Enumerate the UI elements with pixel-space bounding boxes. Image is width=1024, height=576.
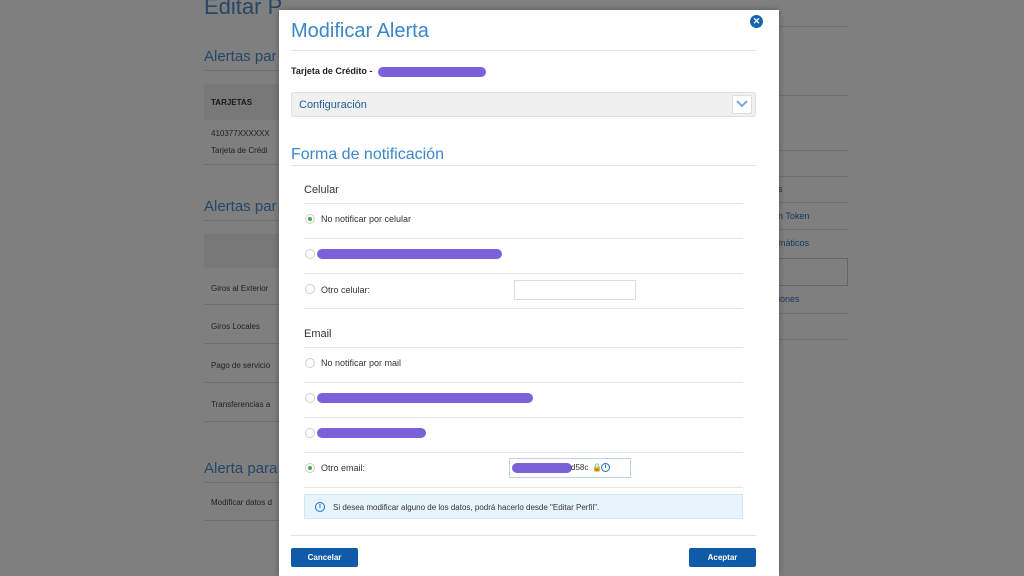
divider [304, 203, 743, 204]
option-label: No notificar por mail [321, 358, 402, 368]
radio-no-notify-email[interactable] [305, 358, 315, 368]
divider [304, 273, 743, 274]
divider [304, 238, 743, 239]
close-icon[interactable]: ✕ [750, 15, 763, 28]
cancel-button[interactable]: Cancelar [291, 548, 358, 567]
redacted-email [317, 428, 426, 438]
modify-alert-modal: Modificar Alerta ✕ Tarjeta de Crédito - … [279, 10, 779, 576]
email-group-label: Email [304, 328, 332, 340]
card-label-text: Tarjeta de Crédito - [291, 66, 373, 76]
divider [304, 452, 743, 453]
other-celular-input[interactable] [514, 280, 636, 300]
redacted-phone-number [317, 249, 502, 259]
divider [291, 535, 756, 536]
email-value-suffix: d58c [571, 463, 589, 472]
chevron-down-icon[interactable] [732, 95, 752, 114]
option-label: No notificar por celular [321, 214, 412, 224]
radio-other-celular[interactable] [305, 284, 315, 294]
configuration-accordion[interactable]: Configuración [291, 92, 756, 117]
radio-other-email[interactable] [305, 463, 315, 473]
celular-group-label: Celular [304, 184, 339, 196]
radio-email-registered-1[interactable] [305, 393, 315, 403]
redacted-card-number [377, 66, 486, 77]
option-label: Otro email: [321, 463, 366, 473]
divider [304, 347, 743, 348]
accept-button[interactable]: Aceptar [689, 548, 756, 567]
radio-celular-registered[interactable] [305, 249, 315, 259]
card-label: Tarjeta de Crédito - [291, 66, 486, 77]
option-label: Otro celular: [321, 285, 371, 295]
info-icon: i [315, 502, 325, 512]
divider [304, 417, 743, 418]
configuration-label: Configuración [299, 99, 367, 111]
radio-email-registered-2[interactable] [305, 428, 315, 438]
divider [304, 487, 743, 488]
info-icon[interactable]: i [601, 463, 610, 472]
divider [304, 308, 743, 309]
divider [291, 50, 756, 51]
redacted-email [317, 393, 533, 403]
notification-section-title: Forma de notificación [291, 146, 444, 163]
other-email-input[interactable]: d58c 🔒 i [509, 458, 631, 478]
divider [291, 165, 756, 166]
divider [304, 382, 743, 383]
modal-title: Modificar Alerta [291, 20, 429, 42]
radio-no-notify-celular[interactable] [305, 214, 315, 224]
info-message: i Si desea modificar alguno de los datos… [304, 494, 743, 519]
redacted-email-value [512, 463, 572, 473]
info-message-text: Si desea modificar alguno de los datos, … [333, 503, 600, 512]
